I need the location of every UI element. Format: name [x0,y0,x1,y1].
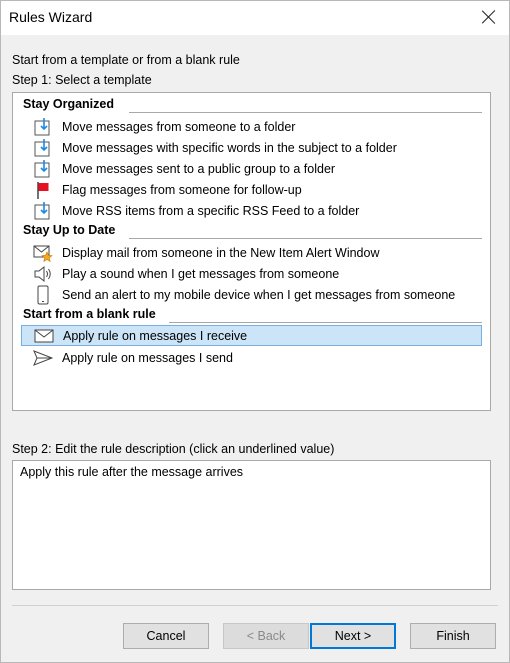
template-label: Apply rule on messages I send [62,350,233,365]
template-label: Move messages sent to a public group to … [62,161,336,176]
title-bar: Rules Wizard [1,1,509,35]
rules-wizard-dialog: Rules Wizard Start from a template or fr… [0,0,510,663]
move-to-folder-icon [33,159,53,179]
new-item-alert-icon [33,243,53,263]
move-to-folder-icon [33,117,53,137]
template-label: Move messages from someone to a folder [62,119,296,134]
template-item[interactable]: Move messages sent to a public group to … [33,158,483,179]
send-icon [33,348,54,368]
move-to-folder-icon [33,201,53,221]
template-label: Apply rule on messages I receive [63,328,248,343]
template-item-selected[interactable]: Apply rule on messages I receive [21,325,482,346]
cancel-button[interactable]: Cancel [123,623,209,649]
template-label: Move messages with specific words in the… [62,140,397,155]
rule-description-box[interactable]: Apply this rule after the message arrive… [12,460,491,590]
close-icon[interactable] [481,9,497,25]
template-item[interactable]: Display mail from someone in the New Ite… [33,242,483,263]
rule-description-text: Apply this rule after the message arrive… [20,465,244,479]
move-to-folder-icon [33,138,53,158]
template-label: Flag messages from someone for follow-up [62,182,302,197]
template-item[interactable]: Move messages with specific words in the… [33,137,483,158]
template-item[interactable]: Play a sound when I get messages from so… [33,263,483,284]
speaker-icon [33,264,53,284]
group-blank-rule: Start from a blank rule [23,307,156,321]
back-button[interactable]: < Back [223,623,309,649]
footer-divider [12,605,498,606]
step1-label: Step 1: Select a template [12,73,152,87]
next-button[interactable]: Next > [310,623,396,649]
template-item[interactable]: Move messages from someone to a folder [33,116,483,137]
template-item[interactable]: Flag messages from someone for follow-up [33,179,483,200]
window-title: Rules Wizard [9,9,93,25]
mobile-device-icon [33,285,53,305]
finish-button[interactable]: Finish [410,623,496,649]
template-label: Play a sound when I get messages from so… [62,266,340,281]
envelope-icon [34,326,54,346]
intro-text: Start from a template or from a blank ru… [12,53,240,67]
step2-label: Step 2: Edit the rule description (click… [12,442,335,456]
template-item[interactable]: Send an alert to my mobile device when I… [33,284,483,305]
flag-icon [33,180,53,200]
group-divider [129,112,482,113]
template-label: Send an alert to my mobile device when I… [62,287,456,302]
group-divider [169,322,482,323]
template-label: Display mail from someone in the New Ite… [62,245,380,260]
template-item[interactable]: Move RSS items from a specific RSS Feed … [33,200,483,221]
group-stay-up-to-date: Stay Up to Date [23,223,116,237]
template-list[interactable]: Stay Organized Move messages from someon… [12,92,491,411]
group-divider [129,238,482,239]
group-stay-organized: Stay Organized [23,97,114,111]
template-label: Move RSS items from a specific RSS Feed … [62,203,360,218]
template-item[interactable]: Apply rule on messages I send [33,347,483,368]
